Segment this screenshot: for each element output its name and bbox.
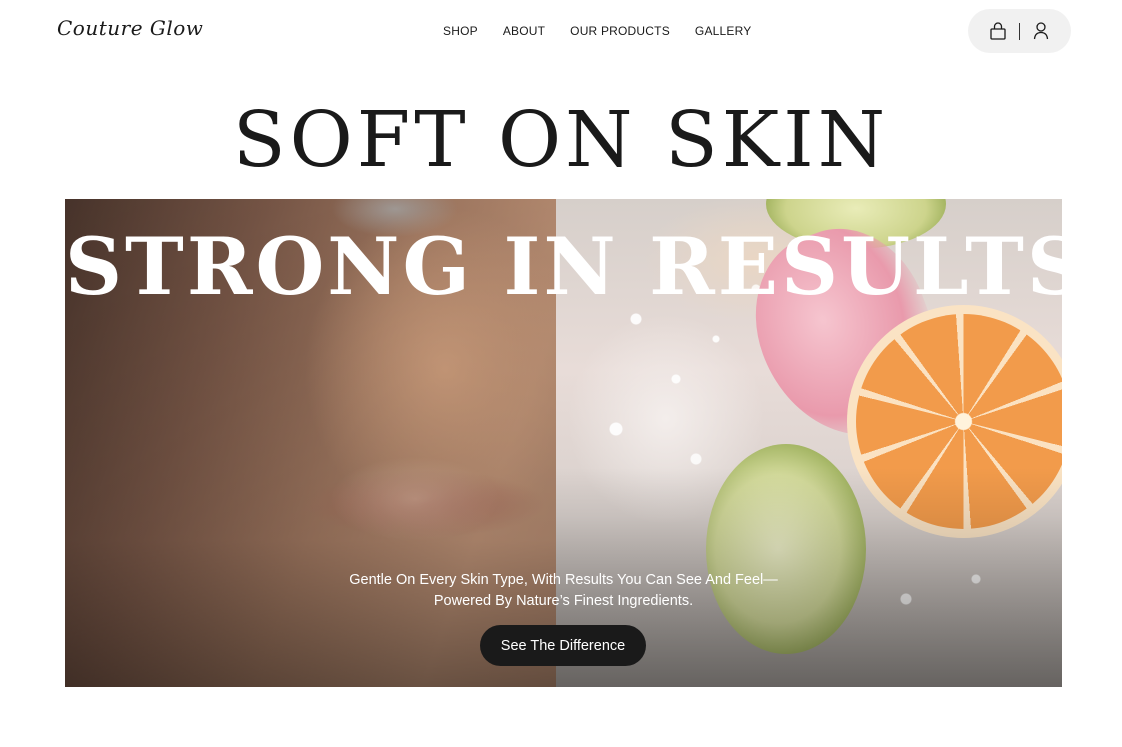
cucumber-slice-bottom bbox=[706, 444, 866, 654]
hero-headline-top: SOFT ON SKIN bbox=[232, 96, 890, 185]
hero-description: Gentle On Every Skin Type, With Results … bbox=[65, 570, 1062, 612]
hero-description-line-2: Powered By Nature’s Finest Ingredients. bbox=[433, 593, 694, 609]
nav-item-about[interactable]: ABOUT bbox=[503, 24, 545, 38]
hero-banner: STRONG IN RESULTS Gentle On Every Skin T… bbox=[65, 199, 1062, 687]
nav-item-gallery[interactable]: GALLERY bbox=[695, 24, 752, 38]
main-nav: SHOP ABOUT OUR PRODUCTS GALLERY bbox=[443, 24, 751, 38]
icon-divider bbox=[1019, 22, 1020, 40]
user-icon[interactable] bbox=[1032, 21, 1050, 41]
header-icon-group bbox=[968, 9, 1071, 53]
nav-item-shop[interactable]: SHOP bbox=[443, 24, 478, 38]
site-header: Couture Glow SHOP ABOUT OUR PRODUCTS GAL… bbox=[0, 0, 1122, 64]
see-the-difference-button[interactable]: See The Difference bbox=[480, 625, 646, 666]
shopping-bag-icon[interactable] bbox=[989, 21, 1007, 41]
orange-slice bbox=[856, 314, 1062, 529]
hero-description-line-1: Gentle On Every Skin Type, With Results … bbox=[349, 572, 778, 588]
nav-item-our-products[interactable]: OUR PRODUCTS bbox=[570, 24, 670, 38]
hero-headline-overlay: STRONG IN RESULTS bbox=[65, 220, 1062, 313]
brand-logo[interactable]: Couture Glow bbox=[57, 16, 203, 40]
